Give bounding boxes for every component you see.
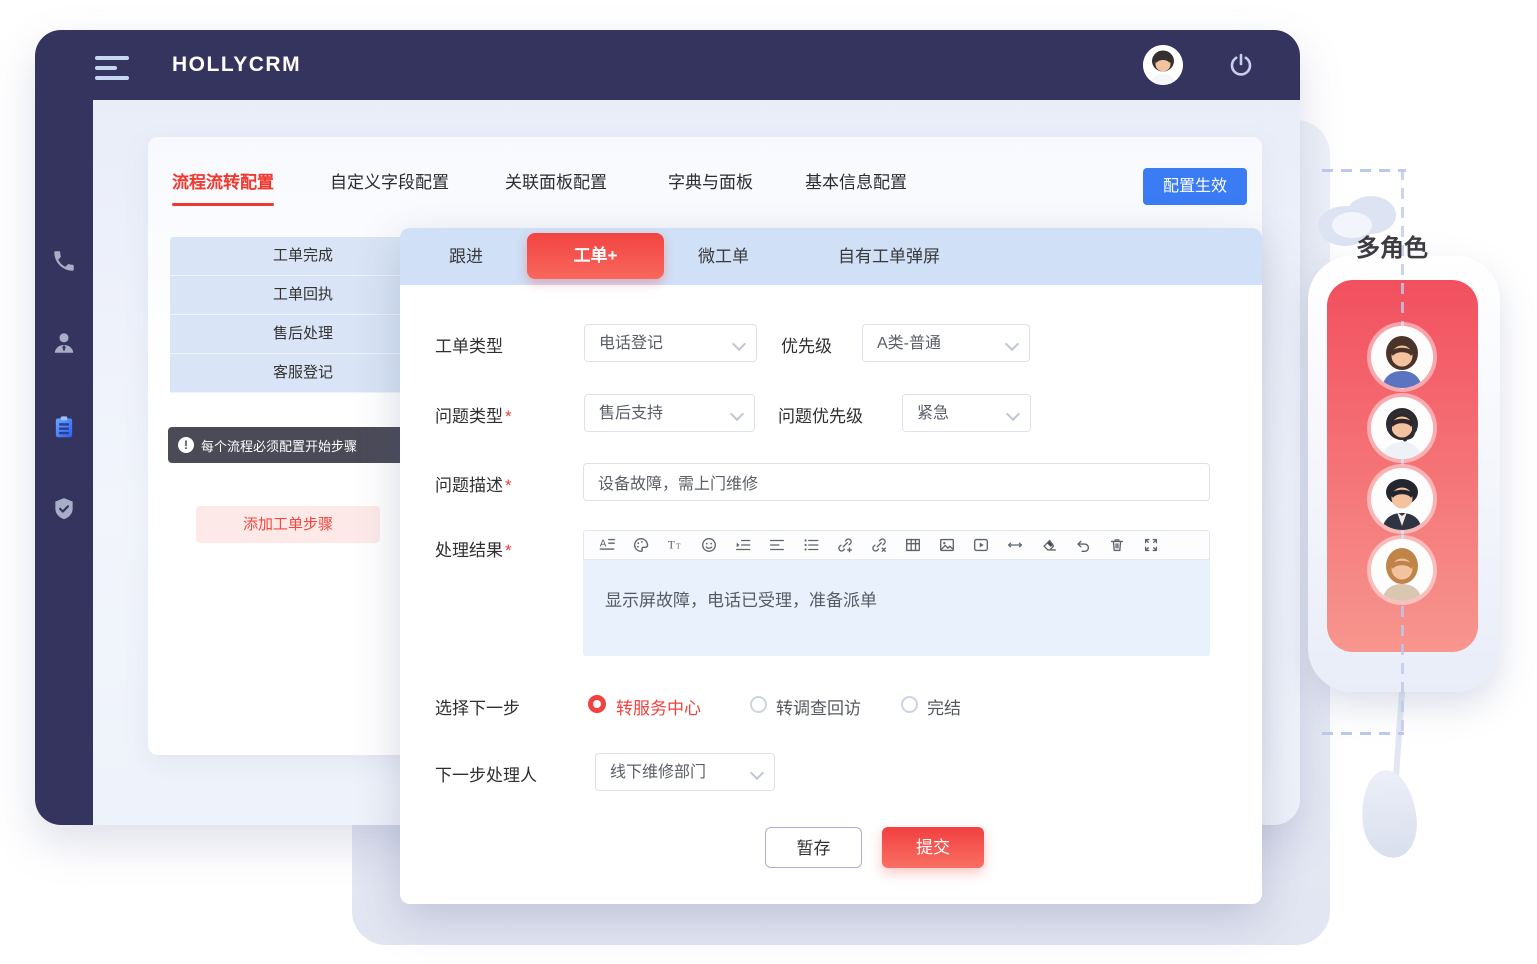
indent-icon[interactable] — [728, 533, 758, 557]
select-ticket-type[interactable]: 电话登记 — [584, 324, 757, 362]
list-item-service-register[interactable]: 客服登记 — [170, 354, 436, 393]
unlink-icon[interactable] — [864, 533, 894, 557]
tab-custom-fields[interactable]: 自定义字段配置 — [330, 168, 449, 198]
config-tabs: 流程流转配置 自定义字段配置 关联面板配置 字典与面板 基本信息配置 — [35, 168, 1300, 210]
delete-icon[interactable] — [1102, 533, 1132, 557]
eraser-icon[interactable] — [1034, 533, 1064, 557]
select-problem-type[interactable]: 售后支持 — [584, 394, 755, 432]
list-item-ticket-receipt[interactable]: 工单回执 — [170, 276, 436, 315]
radio-service-center[interactable] — [588, 695, 606, 713]
user-avatar[interactable] — [1143, 45, 1183, 85]
tab-linked-panel[interactable]: 关联面板配置 — [505, 168, 607, 198]
radio-survey-callback[interactable] — [750, 696, 767, 713]
role-avatar-agent-headset — [1371, 397, 1433, 459]
video-icon[interactable] — [966, 533, 996, 557]
select-priority[interactable]: A类-普通 — [862, 324, 1030, 362]
radio-label-service-center[interactable]: 转服务中心 — [616, 694, 701, 719]
svg-text:T: T — [668, 539, 675, 552]
role-avatar-agent-female — [1371, 326, 1433, 388]
label-problem-priority: 问题优先级 — [778, 402, 863, 427]
alert-icon: ! — [178, 437, 194, 453]
modal-tab-popup[interactable]: 自有工单弹屏 — [838, 228, 940, 285]
tab-dictionary[interactable]: 字典与面板 — [668, 168, 753, 198]
list-item-aftersales[interactable]: 售后处理 — [170, 315, 436, 354]
dashed-line-bottom — [1322, 732, 1404, 735]
modal-tabbar: 跟进 工单+ 微工单 自有工单弹屏 — [400, 228, 1262, 285]
role-avatar-stack — [1371, 326, 1433, 610]
select-problem-priority[interactable]: 紧急 — [902, 394, 1031, 432]
dashed-line-top — [1322, 169, 1406, 172]
label-problem-type: 问题类型* — [435, 402, 512, 427]
align-icon[interactable] — [762, 533, 792, 557]
bullet-list-icon[interactable] — [796, 533, 826, 557]
modal-tab-workorder[interactable]: 工单+ — [527, 233, 664, 279]
workflow-step-list: 工单完成 工单回执 售后处理 客服登记 — [170, 237, 436, 393]
tooltip-text: 每个流程必须配置开始步骤 — [201, 436, 357, 455]
label-problem-desc: 问题描述* — [435, 471, 512, 496]
font-size-icon[interactable]: TT — [660, 533, 690, 557]
radio-label-survey-callback[interactable]: 转调查回访 — [776, 694, 861, 719]
apply-config-button[interactable]: 配置生效 — [1143, 168, 1247, 205]
save-draft-button[interactable]: 暂存 — [765, 827, 862, 868]
label-ticket-type: 工单类型 — [435, 332, 503, 357]
image-icon[interactable] — [932, 533, 962, 557]
app-header: HOLLYCRM — [35, 30, 1300, 100]
phone-icon[interactable] — [51, 248, 77, 274]
modal-tab-micro-workorder[interactable]: 微工单 — [698, 228, 749, 285]
svg-text:A: A — [600, 538, 607, 549]
workorder-icon[interactable] — [51, 414, 77, 440]
workorder-modal: 跟进 工单+ 微工单 自有工单弹屏 工单类型 电话登记 优先级 A类-普通 问题… — [400, 228, 1262, 904]
power-icon[interactable] — [1228, 52, 1254, 78]
label-next-handler: 下一步处理人 — [435, 761, 537, 786]
list-item-ticket-complete[interactable]: 工单完成 — [170, 237, 436, 276]
svg-text:T: T — [676, 542, 681, 551]
add-step-button[interactable]: 添加工单步骤 — [196, 506, 380, 543]
security-icon[interactable] — [51, 496, 77, 522]
horizontal-rule-icon[interactable] — [1000, 533, 1030, 557]
tooltip: ! 每个流程必须配置开始步骤 — [168, 427, 408, 463]
screen: HOLLYCRM — [0, 0, 1537, 964]
undo-icon[interactable] — [1068, 533, 1098, 557]
app-title: HOLLYCRM — [172, 30, 301, 100]
role-avatar-specialist-female — [1371, 539, 1433, 601]
table-icon[interactable] — [898, 533, 928, 557]
role-avatar-manager-male — [1371, 468, 1433, 530]
select-next-handler[interactable]: 线下维修部门 — [595, 753, 775, 791]
insert-link-icon[interactable] — [830, 533, 860, 557]
label-result: 处理结果* — [435, 536, 512, 561]
fullscreen-icon[interactable] — [1136, 533, 1166, 557]
color-palette-icon[interactable] — [626, 533, 656, 557]
tab-process-flow[interactable]: 流程流转配置 — [172, 168, 274, 198]
submit-button[interactable]: 提交 — [882, 827, 984, 868]
rich-text-editor: A TT 显示屏故障，电话已受理，准备派单 — [583, 530, 1210, 656]
emoji-icon[interactable] — [694, 533, 724, 557]
radio-label-finish[interactable]: 完结 — [927, 694, 961, 719]
drop-decoration — [1358, 767, 1421, 860]
label-next-step: 选择下一步 — [435, 694, 520, 719]
label-priority: 优先级 — [781, 332, 832, 357]
editor-toolbar: A TT — [583, 530, 1210, 560]
problem-desc-input[interactable] — [583, 463, 1210, 501]
radio-finish[interactable] — [901, 696, 918, 713]
modal-tab-followup[interactable]: 跟进 — [449, 228, 483, 285]
tab-basic-info[interactable]: 基本信息配置 — [805, 168, 907, 198]
contacts-icon[interactable] — [51, 330, 77, 356]
text-style-icon[interactable]: A — [592, 533, 622, 557]
multi-role-caption: 多角色 — [1356, 228, 1428, 263]
menu-icon[interactable] — [95, 56, 131, 80]
editor-content[interactable]: 显示屏故障，电话已受理，准备派单 — [583, 560, 1210, 656]
